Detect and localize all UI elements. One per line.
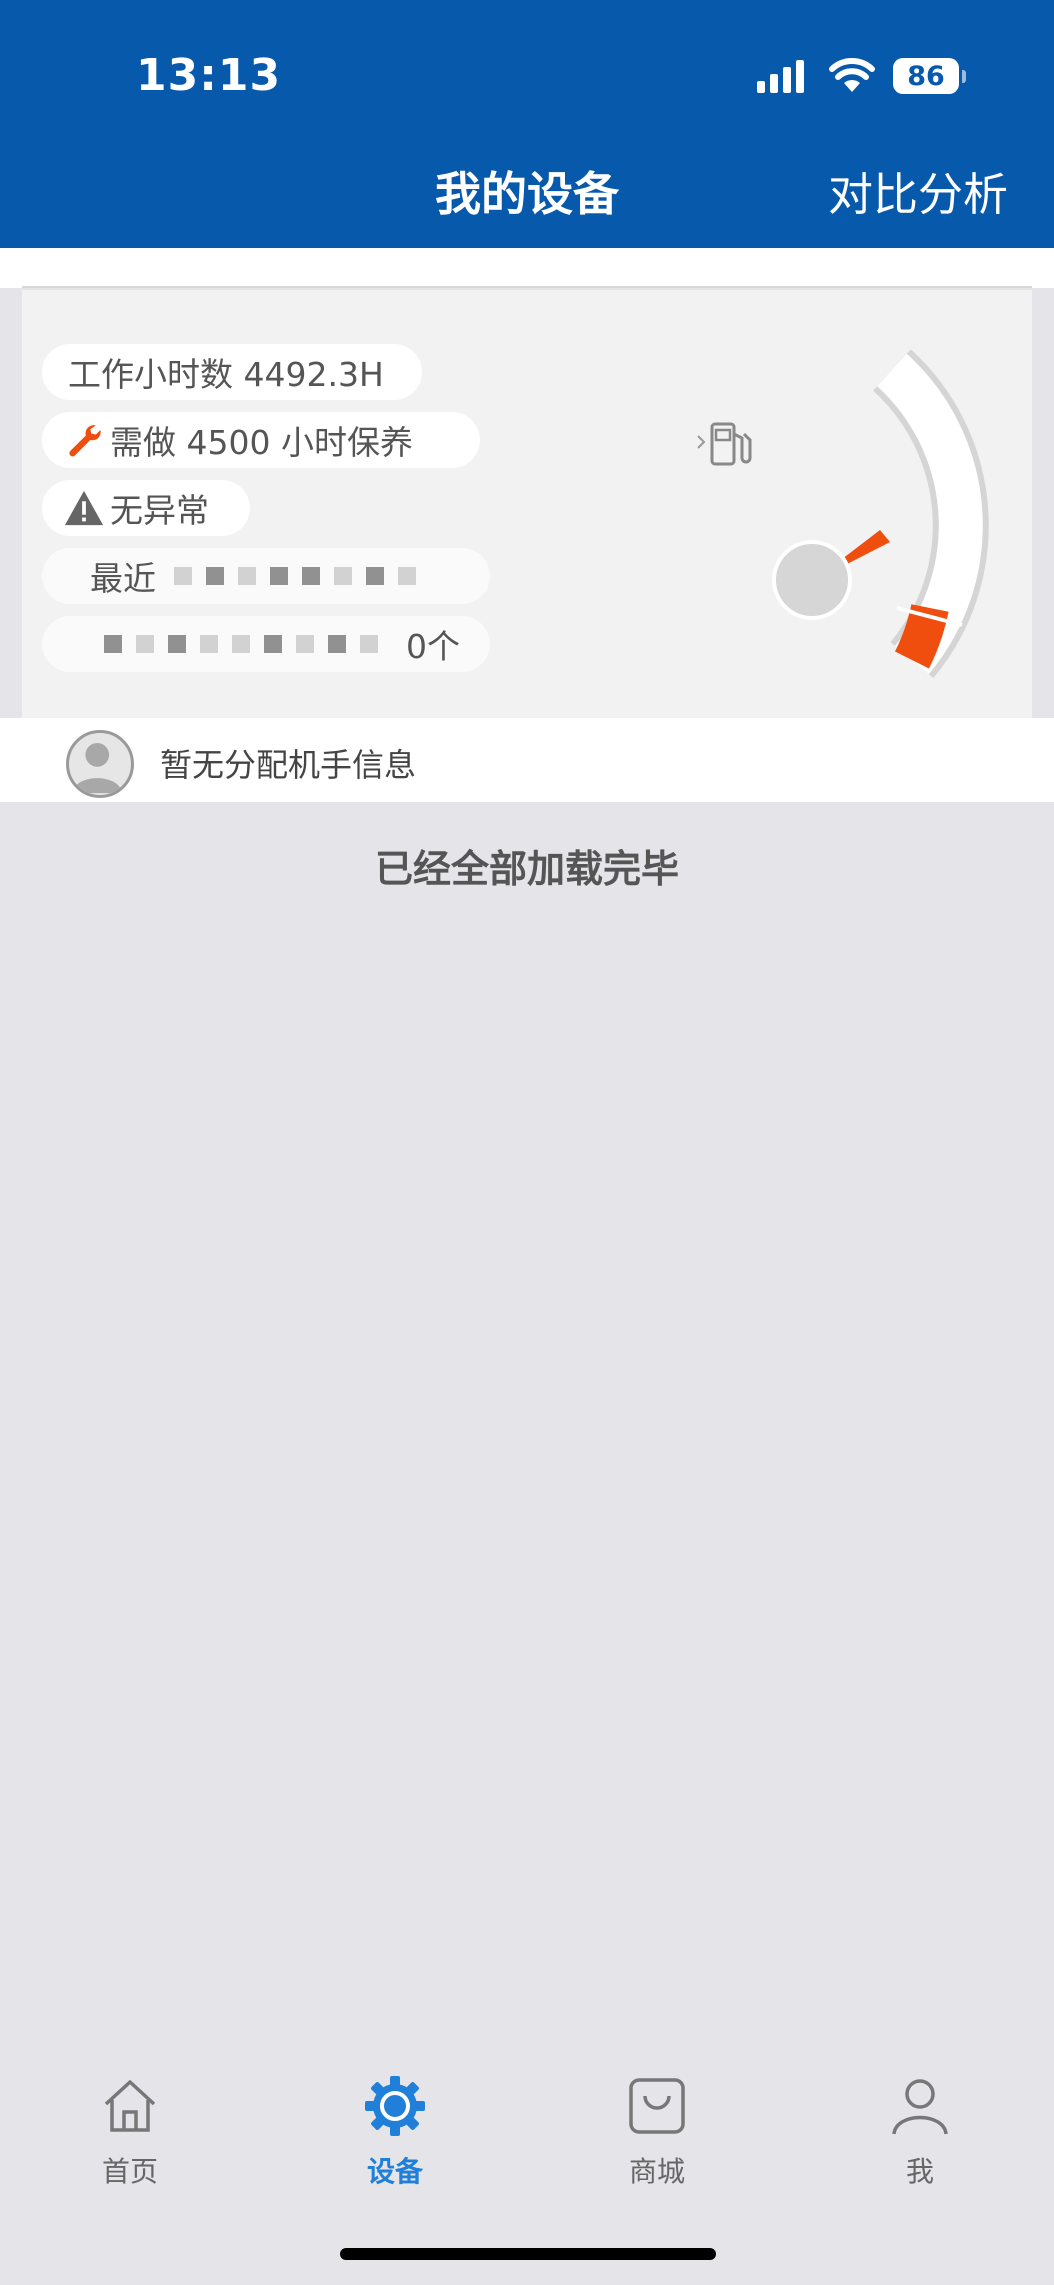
maintenance-pill: 需做 4500 小时保养 — [42, 412, 480, 468]
person-icon — [892, 2079, 948, 2135]
alarm-status-text: 无异常 — [110, 491, 209, 530]
count-pill: 0个 — [42, 616, 490, 672]
home-indicator[interactable] — [340, 2248, 716, 2260]
tab-home-label: 首页 — [101, 2155, 158, 2188]
header: 13:13 86 我的设备 对比分析 — [0, 0, 1054, 248]
operator-info-text: 暂无分配机手信息 — [160, 746, 417, 784]
operator-row[interactable]: 暂无分配机手信息 — [0, 718, 1054, 802]
tab-device-label: 设备 — [366, 2155, 423, 2188]
status-time: 13:13 — [136, 50, 282, 101]
device-card[interactable]: 工作小时数 4492.3H 需做 4500 小时保养 无异常 最近 0个 — [22, 290, 1032, 718]
tab-me[interactable]: 我 — [830, 2074, 1010, 2190]
maintenance-text: 需做 4500 小时保养 — [110, 423, 413, 462]
alarm-pill: 无异常 — [42, 480, 250, 536]
home-icon — [104, 2080, 156, 2132]
work-hours-text: 工作小时数 4492.3H — [68, 355, 384, 394]
fuel-pump-icon — [697, 422, 752, 466]
recent-info-pill: 最近 — [42, 548, 490, 604]
all-loaded-text: 已经全部加载完毕 — [374, 847, 679, 891]
avatar — [66, 730, 134, 798]
count-text: 0个 — [406, 627, 460, 666]
redacted-mosaic — [174, 567, 430, 585]
recent-label: 最近 — [90, 559, 156, 598]
warning-icon — [62, 486, 106, 530]
tab-device[interactable]: 设备 — [305, 2074, 485, 2190]
compare-analysis-button[interactable]: 对比分析 — [828, 158, 1008, 223]
card-top-strip — [0, 248, 1054, 288]
tab-mall-label: 商城 — [628, 2155, 685, 2188]
battery-level: 86 — [893, 58, 959, 94]
wifi-icon — [829, 58, 875, 92]
cellular-signal-icon — [757, 59, 809, 93]
shopping-bag-icon — [629, 2078, 685, 2134]
fuel-gauge — [772, 350, 989, 678]
tab-mall[interactable]: 商城 — [567, 2074, 747, 2190]
status-icons: 86 — [757, 56, 966, 96]
tab-me-label: 我 — [905, 2155, 934, 2188]
battery-icon: 86 — [893, 58, 966, 94]
wrench-icon — [62, 418, 106, 462]
redacted-mosaic — [104, 635, 392, 653]
tab-home[interactable]: 首页 — [40, 2074, 220, 2190]
gauge-hub — [772, 540, 852, 620]
work-hours-pill: 工作小时数 4492.3H — [42, 344, 422, 400]
gear-icon — [365, 2076, 425, 2136]
